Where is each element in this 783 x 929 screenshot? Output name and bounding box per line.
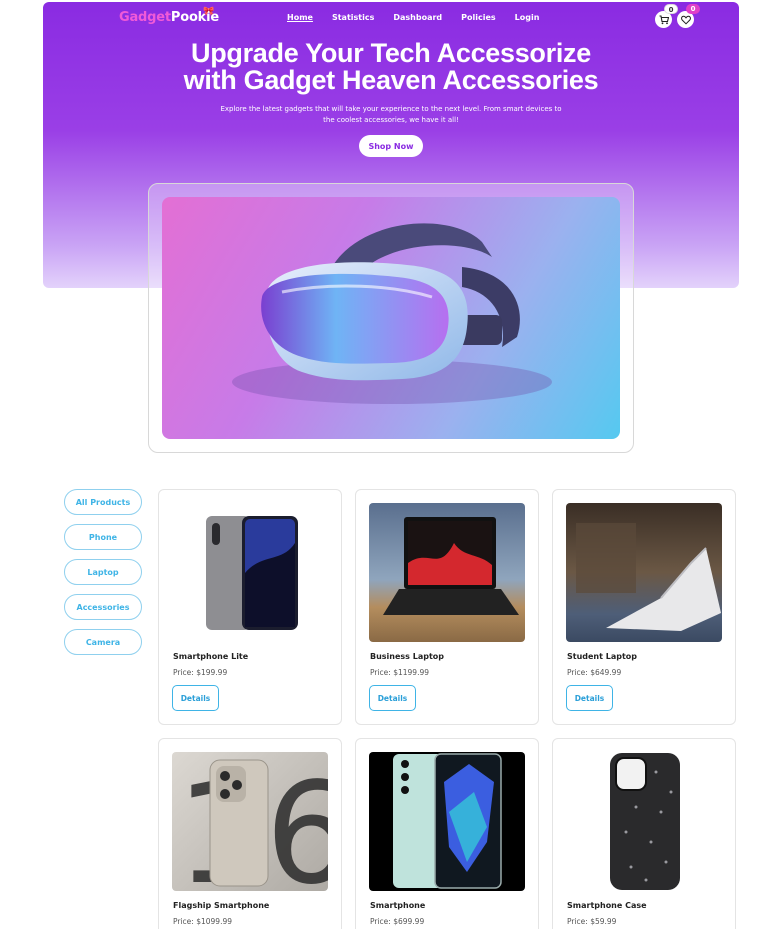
- product-price: Price: $59.99: [567, 917, 617, 926]
- product-name: Smartphone Lite: [173, 652, 249, 661]
- product-image: [566, 752, 722, 891]
- product-price: Price: $649.99: [567, 668, 622, 677]
- product-image: [369, 752, 525, 891]
- product-card: Smartphone Case Price: $59.99: [552, 738, 736, 929]
- cart-button[interactable]: 0: [655, 4, 678, 28]
- details-button[interactable]: Details: [566, 685, 613, 711]
- heart-icon: [680, 15, 691, 25]
- product-name: Business Laptop: [370, 652, 444, 661]
- category-camera[interactable]: Camera: [64, 629, 142, 655]
- product-price: Price: $1199.99: [370, 668, 429, 677]
- nav-link-statistics[interactable]: Statistics: [332, 13, 374, 22]
- wishlist-button[interactable]: 0: [677, 4, 700, 28]
- hero-title-line1: Upgrade Your Tech Accessorize: [191, 38, 591, 68]
- category-accessories[interactable]: Accessories: [64, 594, 142, 620]
- nav-link-dashboard[interactable]: Dashboard: [393, 13, 442, 22]
- nav-link-policies[interactable]: Policies: [461, 13, 496, 22]
- product-image: [172, 503, 328, 642]
- category-sidebar: All Products Phone Laptop Accessories Ca…: [64, 489, 142, 664]
- banner-frame: [148, 183, 634, 453]
- bow-icon: 🎀: [203, 7, 215, 17]
- product-image: [369, 503, 525, 642]
- product-price: Price: $1099.99: [173, 917, 232, 926]
- product-image: [566, 503, 722, 642]
- product-name: Smartphone: [370, 901, 426, 910]
- wishlist-count-badge: 0: [686, 4, 700, 14]
- nav-links: Home Statistics Dashboard Policies Login: [287, 13, 539, 22]
- product-card: Smartphone Price: $699.99: [355, 738, 539, 929]
- hero-title: Upgrade Your Tech Accessorize with Gadge…: [43, 40, 739, 94]
- hero-subtitle: Explore the latest gadgets that will tak…: [220, 105, 562, 124]
- details-button[interactable]: Details: [369, 685, 416, 711]
- logo-text-gadget: Gadget: [119, 10, 171, 25]
- product-name: Student Laptop: [567, 652, 638, 661]
- cart-icon: [659, 14, 669, 24]
- product-price: Price: $699.99: [370, 917, 425, 926]
- cart-count-badge: 0: [664, 4, 678, 14]
- hero-title-line2: with Gadget Heaven Accessories: [183, 65, 599, 95]
- vr-headset-image: [162, 197, 620, 439]
- details-button[interactable]: Details: [172, 685, 219, 711]
- product-card: 16 Flagship Smartphone Price: $1099.99: [158, 738, 342, 929]
- navbar: GadgetPookie 🎀 Home Statistics Dashboard…: [43, 2, 739, 36]
- product-card: Smartphone Lite Price: $199.99 Details: [158, 489, 342, 725]
- product-price: Price: $199.99: [173, 668, 228, 677]
- product-image: 16: [172, 752, 328, 891]
- shop-now-button[interactable]: Shop Now: [359, 135, 423, 157]
- nav-link-login[interactable]: Login: [515, 13, 540, 22]
- product-name: Flagship Smartphone: [173, 901, 270, 910]
- nav-link-home[interactable]: Home: [287, 13, 313, 22]
- product-card: Business Laptop Price: $1199.99 Details: [355, 489, 539, 725]
- category-all-products[interactable]: All Products: [64, 489, 142, 515]
- category-laptop[interactable]: Laptop: [64, 559, 142, 585]
- logo[interactable]: GadgetPookie 🎀: [119, 7, 219, 25]
- product-card: Student Laptop Price: $649.99 Details: [552, 489, 736, 725]
- category-phone[interactable]: Phone: [64, 524, 142, 550]
- product-name: Smartphone Case: [567, 901, 647, 910]
